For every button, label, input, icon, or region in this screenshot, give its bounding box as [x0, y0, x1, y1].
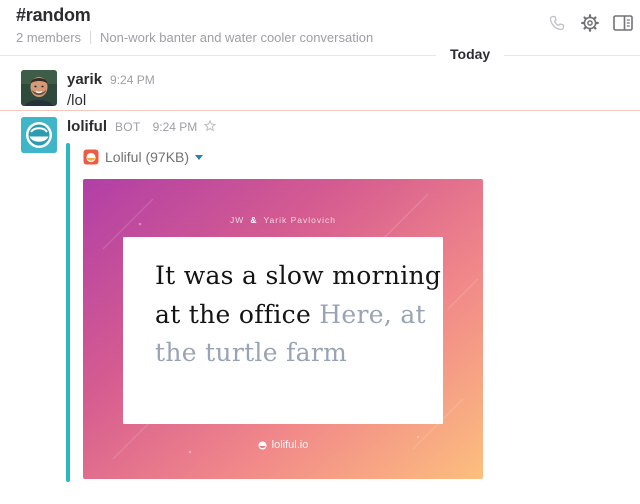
chevron-down-icon[interactable]: [195, 154, 204, 160]
gif-preview[interactable]: JW & Yarik Pavlovich It was a slow morning…: [83, 179, 483, 479]
footer-link[interactable]: loliful.io: [272, 439, 309, 451]
quote-card: It was a slow morning at the office Here…: [123, 237, 443, 424]
attachment-title: Loliful (97KB): [83, 149, 204, 165]
message-item: loliful BOT 9:24 PM Loliful (97KB) JW & …: [0, 0, 640, 504]
bot-avatar[interactable]: [21, 117, 57, 153]
quote-text: It was a slow morning at the office Here…: [155, 257, 443, 373]
star-icon[interactable]: [203, 119, 217, 137]
gif-footer: loliful.io: [83, 439, 483, 451]
timestamp[interactable]: 9:24 PM: [153, 120, 198, 134]
file-icon: [83, 149, 99, 165]
message-header: loliful BOT 9:24 PM: [67, 118, 217, 137]
credit-left: JW: [230, 215, 245, 225]
loliful-logo-icon: [258, 440, 267, 450]
credit-right: Yarik Pavlovich: [263, 215, 336, 225]
sender-name[interactable]: loliful: [67, 118, 107, 135]
bot-badge: BOT: [115, 120, 141, 134]
attachment-accent-bar: [66, 143, 70, 482]
credit-amp: &: [250, 215, 258, 225]
gif-credits: JW & Yarik Pavlovich: [83, 215, 483, 225]
file-name[interactable]: Loliful (97KB): [105, 149, 189, 165]
